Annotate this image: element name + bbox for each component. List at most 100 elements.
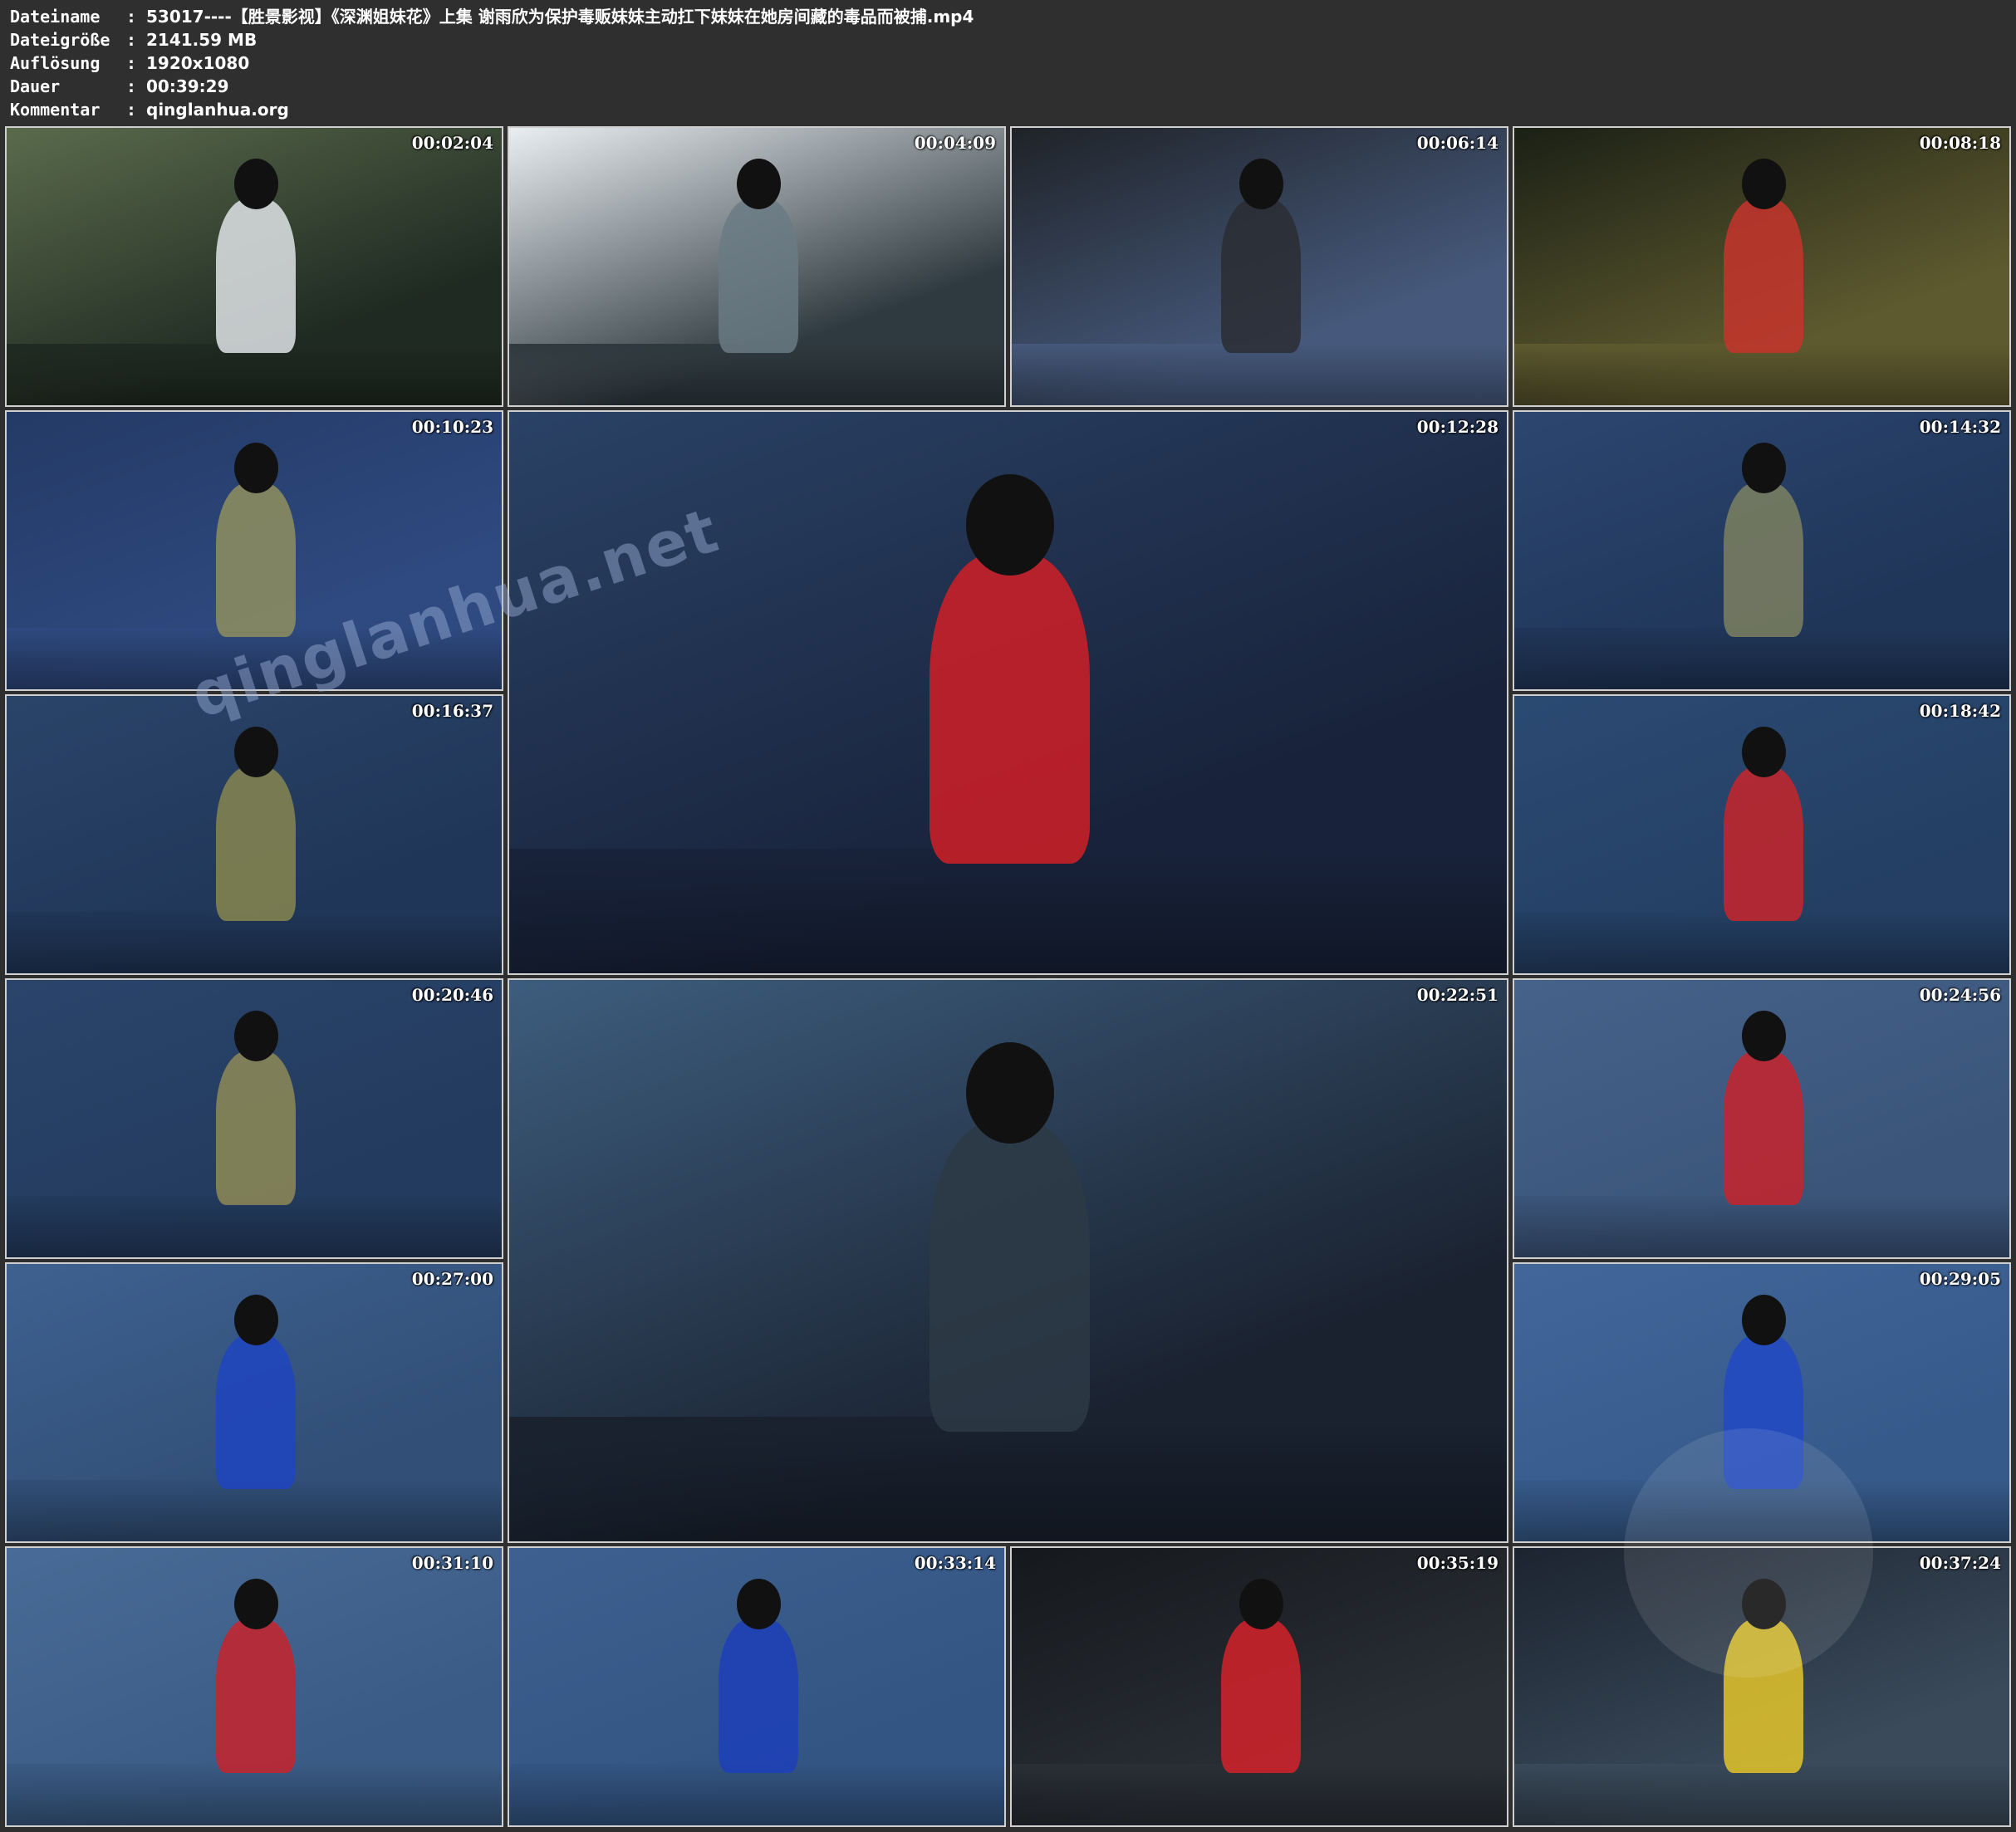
scene-figure-head [234, 159, 278, 209]
timestamp-label: 00:08:18 [1919, 133, 2001, 153]
meta-value: 00:39:29 [146, 76, 229, 96]
video-frame-thumbnail: 00:18:42 [1513, 694, 2011, 975]
timestamp-label: 00:22:51 [1416, 985, 1499, 1005]
scene-figure-head [1742, 727, 1786, 777]
timestamp-label: 00:06:14 [1416, 133, 1499, 153]
meta-row-duration: Dauer:00:39:29 [10, 75, 229, 98]
scene-floor [7, 344, 502, 405]
timestamp-label: 00:24:56 [1919, 985, 2001, 1005]
scene-figure-head [1742, 1011, 1786, 1061]
meta-row-filesize: Dateigröße:2141.59 MB [10, 28, 257, 51]
scene-figure-head [737, 1579, 781, 1629]
scene-figure-head [1239, 1579, 1283, 1629]
meta-key: Dateiname [10, 7, 101, 27]
video-frame-thumbnail: 00:12:28 [508, 410, 1508, 975]
video-frame-thumbnail: 00:24:56 [1513, 978, 2011, 1259]
timestamp-label: 00:02:04 [411, 133, 493, 153]
timestamp-label: 00:29:05 [1919, 1269, 2001, 1289]
scene-figure [216, 767, 296, 921]
scene-figure [1724, 767, 1803, 921]
scene-floor [509, 1764, 1004, 1825]
video-frame-thumbnail: 00:16:37 [5, 694, 503, 975]
scene-floor [1514, 1196, 2009, 1257]
video-frame-thumbnail: 00:14:32 [1513, 410, 2011, 691]
scene-floor [7, 912, 502, 973]
meta-row-comment: Kommentar: qinglanhua.org [10, 98, 289, 121]
scene-figure-head [1742, 159, 1786, 209]
scene-figure-head [234, 1295, 278, 1345]
scene-floor [509, 344, 1004, 405]
meta-key: Dauer [10, 76, 61, 96]
meta-separator: : [126, 100, 137, 120]
meta-value: 2141.59 MB [146, 30, 258, 50]
meta-value: 1920x1080 [146, 53, 250, 73]
timestamp-label: 00:10:23 [411, 417, 493, 437]
video-frame-thumbnail: 00:33:14 [508, 1546, 1006, 1827]
file-info-header: Dateiname:53017----【胜景影视】《深渊姐妹花》上集 谢雨欣为保… [0, 0, 2016, 125]
timestamp-label: 00:20:46 [411, 985, 493, 1005]
scene-figure [1221, 1619, 1301, 1773]
video-frame-thumbnail: 00:02:04 [5, 126, 503, 407]
video-frame-thumbnail: 00:04:09 [508, 126, 1006, 407]
scene-floor [1012, 344, 1507, 405]
scene-floor [509, 1417, 1507, 1541]
meta-key: Kommentar [10, 100, 101, 120]
meta-key: Auflösung [10, 53, 101, 73]
timestamp-label: 00:35:19 [1416, 1553, 1499, 1573]
video-frame-thumbnail: 00:35:19 [1010, 1546, 1508, 1827]
video-frame-thumbnail: 00:27:00 [5, 1262, 503, 1543]
scene-figure [216, 1619, 296, 1773]
timestamp-label: 00:16:37 [411, 701, 493, 721]
scene-floor [1514, 1764, 2009, 1825]
meta-value: 53017----【胜景影视】《深渊姐妹花》上集 谢雨欣为保护毒贩妹妹主动扛下妹… [146, 7, 974, 27]
scene-figure-head [234, 1579, 278, 1629]
scene-figure [719, 1619, 798, 1773]
scene-figure [1724, 1051, 1803, 1205]
video-frame-thumbnail: 00:06:14 [1010, 126, 1508, 407]
scene-figure [1724, 198, 1803, 353]
scene-figure [216, 1335, 296, 1489]
meta-separator: : [126, 7, 137, 27]
video-frame-thumbnail: 00:08:18 [1513, 126, 2011, 407]
video-frame-thumbnail: 00:22:51 [508, 978, 1508, 1543]
timestamp-label: 00:14:32 [1919, 417, 2001, 437]
watermark-logo-icon [1624, 1428, 1873, 1678]
scene-figure [719, 198, 798, 353]
scene-figure [930, 553, 1090, 864]
scene-figure-head [1742, 443, 1786, 493]
scene-floor [7, 1480, 502, 1541]
scene-figure-head [234, 727, 278, 777]
meta-separator: : [126, 30, 137, 50]
meta-separator: : [126, 76, 137, 96]
scene-floor [509, 849, 1507, 973]
scene-figure-head [966, 474, 1054, 576]
video-frame-thumbnail: 00:31:10 [5, 1546, 503, 1827]
scene-floor [1012, 1764, 1507, 1825]
timestamp-label: 00:37:24 [1919, 1553, 2001, 1573]
scene-figure [216, 482, 296, 637]
scene-floor [1514, 344, 2009, 405]
scene-figure-head [1742, 1295, 1786, 1345]
timestamp-label: 00:04:09 [914, 133, 996, 153]
scene-figure-head [966, 1042, 1054, 1144]
scene-floor [1514, 912, 2009, 973]
meta-row-filename: Dateiname:53017----【胜景影视】《深渊姐妹花》上集 谢雨欣为保… [10, 5, 974, 28]
timestamp-label: 00:27:00 [411, 1269, 493, 1289]
meta-row-resolution: Auflösung:1920x1080 [10, 51, 249, 75]
meta-value: qinglanhua.org [146, 100, 289, 120]
scene-floor [7, 1196, 502, 1257]
scene-figure [930, 1121, 1090, 1432]
meta-key: Dateigröße [10, 30, 110, 50]
meta-separator: : [126, 53, 137, 73]
scene-figure [216, 198, 296, 353]
scene-floor [7, 1764, 502, 1825]
scene-figure-head [234, 1011, 278, 1061]
timestamp-label: 00:33:14 [914, 1553, 996, 1573]
scene-floor [1514, 628, 2009, 689]
video-frame-thumbnail: 00:20:46 [5, 978, 503, 1259]
scene-figure [1724, 482, 1803, 637]
scene-figure-head [1239, 159, 1283, 209]
scene-figure [216, 1051, 296, 1205]
scene-figure-head [234, 443, 278, 493]
scene-figure-head [737, 159, 781, 209]
